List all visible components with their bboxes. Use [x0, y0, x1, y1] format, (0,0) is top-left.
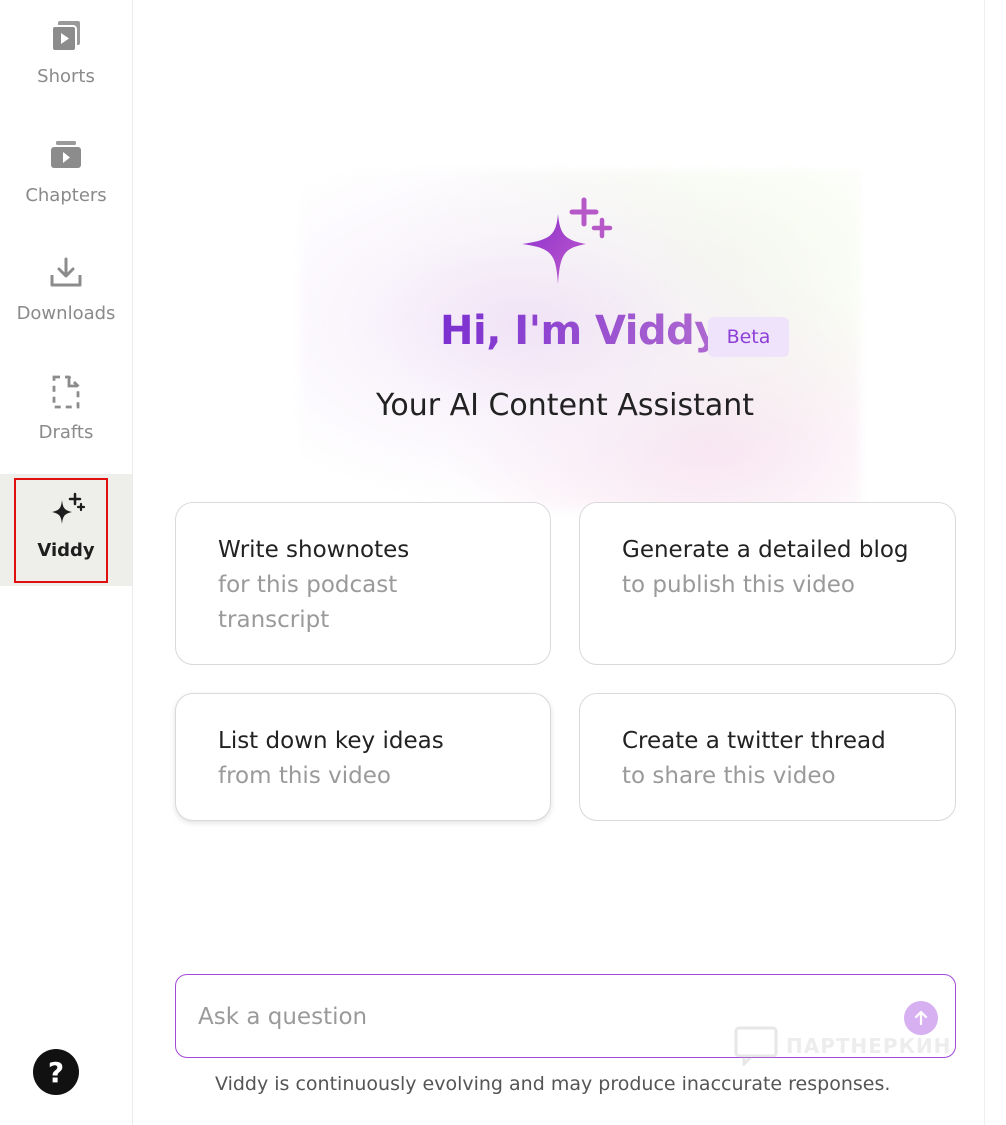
suggestion-card-key-ideas[interactable]: List down key ideas from this video: [175, 693, 551, 821]
sparkle-icon: [46, 490, 86, 530]
sidebar-item-label: Shorts: [37, 66, 95, 87]
ask-question-box: [175, 974, 956, 1058]
sidebar-item-label: Viddy: [37, 540, 95, 561]
sidebar: Shorts Chapters Downloads Drafts Viddy ?: [0, 0, 133, 1125]
sidebar-item-label: Downloads: [16, 303, 116, 324]
sidebar-item-label: Drafts: [38, 422, 94, 443]
sidebar-item-downloads[interactable]: Downloads: [0, 237, 132, 349]
sidebar-item-chapters[interactable]: Chapters: [0, 119, 132, 231]
sidebar-item-label: Chapters: [25, 185, 107, 206]
sidebar-item-shorts[interactable]: Shorts: [0, 0, 132, 112]
suggestion-card-twitter[interactable]: Create a twitter thread to share this vi…: [579, 693, 956, 821]
sidebar-item-viddy[interactable]: Viddy: [0, 474, 132, 586]
help-button[interactable]: ?: [33, 1049, 79, 1095]
sparkle-icon: [522, 197, 613, 284]
play-square-icon: [46, 16, 86, 56]
arrow-up-icon: [914, 1010, 928, 1026]
suggestion-title: List down key ideas: [218, 728, 444, 754]
send-button[interactable]: [904, 1001, 938, 1035]
page-subtitle: Your AI Content Assistant: [376, 388, 755, 423]
download-icon: [46, 253, 86, 293]
suggestion-title: Create a twitter thread: [622, 728, 886, 754]
suggestion-detail: from this video: [218, 763, 391, 789]
play-stack-icon: [46, 135, 86, 175]
disclaimer-text: Viddy is continuously evolving and may p…: [215, 1073, 891, 1095]
ask-question-input[interactable]: [196, 995, 880, 1039]
suggestion-detail: for this podcast transcript: [218, 572, 398, 633]
draft-icon: [46, 372, 86, 412]
suggestion-card-shownotes[interactable]: Write shownotes for this podcast transcr…: [175, 502, 551, 665]
divider: [984, 0, 985, 1125]
sidebar-item-drafts[interactable]: Drafts: [0, 356, 132, 468]
beta-badge: Beta: [708, 317, 789, 357]
suggestion-card-blog[interactable]: Generate a detailed blog to publish this…: [579, 502, 956, 665]
suggestion-detail: to share this video: [622, 763, 836, 789]
question-icon: ?: [47, 1055, 65, 1089]
suggestion-detail: to publish this video: [622, 572, 855, 598]
page-title: Hi, I'm Viddy: [440, 308, 720, 354]
suggestion-title: Write shownotes: [218, 537, 410, 563]
suggestion-title: Generate a detailed blog: [622, 537, 909, 563]
